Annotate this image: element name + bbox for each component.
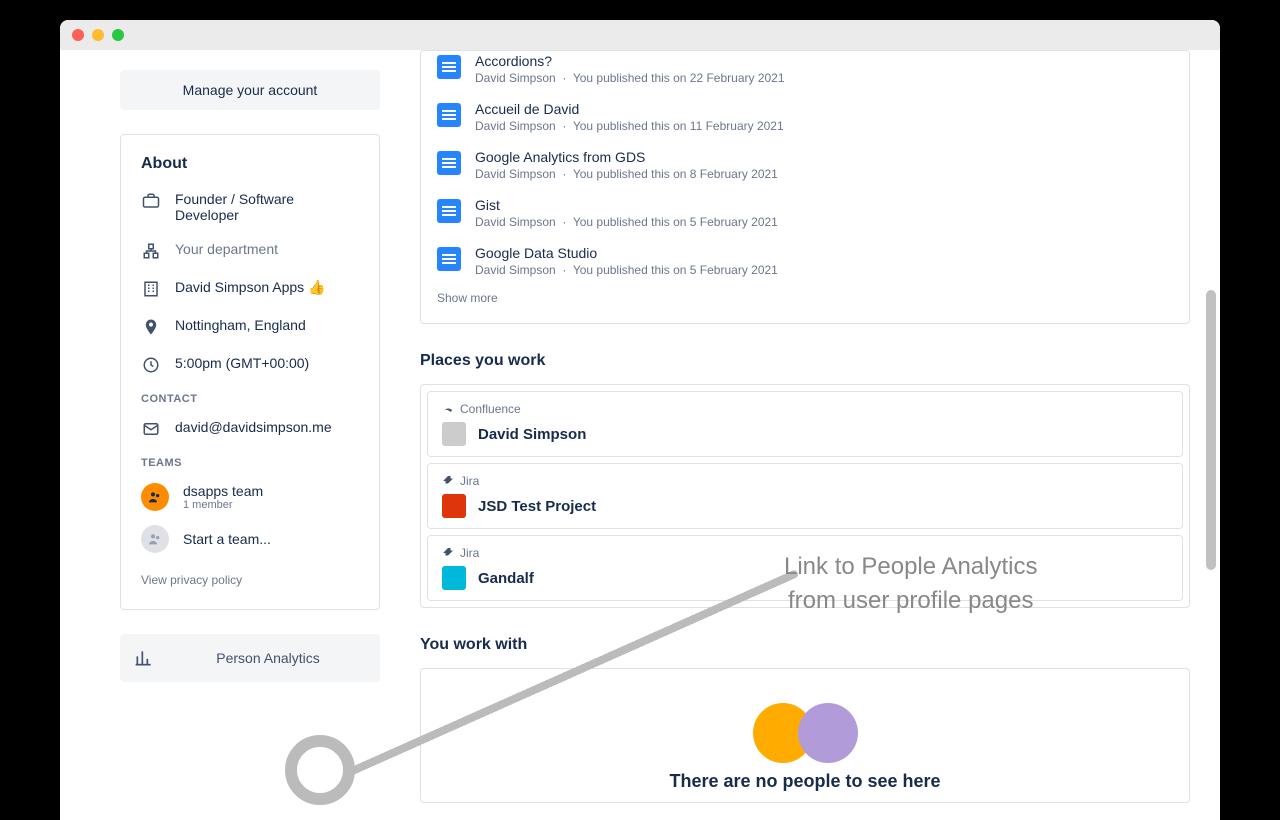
- document-icon: [437, 247, 461, 271]
- about-time-row: 5:00pm (GMT+00:00): [141, 355, 359, 375]
- about-heading: About: [141, 155, 359, 173]
- document-title: Google Analytics from GDS: [475, 149, 778, 165]
- document-title: Google Data Studio: [475, 245, 778, 261]
- about-role-row: Founder / Software Developer: [141, 191, 359, 223]
- location-icon: [141, 317, 161, 337]
- person-analytics-button[interactable]: Person Analytics: [120, 634, 380, 682]
- document-meta: David Simpson · You published this on 5 …: [475, 263, 778, 277]
- show-more-link[interactable]: Show more: [437, 291, 498, 305]
- about-company-row: David Simpson Apps 👍: [141, 279, 359, 299]
- document-item[interactable]: Accueil de David David Simpson · You pub…: [437, 93, 1173, 141]
- analytics-icon: [134, 648, 154, 668]
- close-window-button[interactable]: [72, 29, 84, 41]
- place-name: JSD Test Project: [442, 494, 1168, 518]
- briefcase-icon: [141, 191, 161, 211]
- places-heading: Places you work: [420, 352, 1190, 370]
- browser-window: Manage your account About Founder / Soft…: [60, 20, 1220, 820]
- teams-label: TEAMS: [141, 457, 359, 469]
- document-meta: David Simpson · You published this on 22…: [475, 71, 785, 85]
- maximize-window-button[interactable]: [112, 29, 124, 41]
- recent-documents-card: Accordions? David Simpson · You publishe…: [420, 50, 1190, 324]
- place-item[interactable]: Confluence David Simpson: [427, 391, 1183, 457]
- scrollbar-thumb[interactable]: [1206, 290, 1216, 570]
- manage-account-button[interactable]: Manage your account: [120, 70, 380, 110]
- about-location: Nottingham, England: [175, 317, 306, 333]
- place-avatar-icon: [442, 566, 466, 590]
- document-title: Gist: [475, 197, 778, 213]
- scrollbar-track[interactable]: [1204, 50, 1218, 820]
- start-team-label: Start a team...: [183, 531, 271, 547]
- place-app-label: Jira: [442, 546, 1168, 560]
- place-app-label: Jira: [442, 474, 1168, 488]
- place-avatar-icon: [442, 494, 466, 518]
- minimize-window-button[interactable]: [92, 29, 104, 41]
- empty-people-message: There are no people to see here: [669, 771, 940, 792]
- about-email-row[interactable]: david@davidsimpson.me: [141, 419, 359, 439]
- document-meta: David Simpson · You published this on 8 …: [475, 167, 778, 181]
- window-titlebar: [60, 20, 1220, 50]
- team-name: dsapps team: [183, 483, 263, 499]
- content-area: Manage your account About Founder / Soft…: [60, 50, 1220, 820]
- about-time: 5:00pm (GMT+00:00): [175, 355, 309, 371]
- privacy-link[interactable]: View privacy policy: [141, 573, 242, 587]
- about-department-row[interactable]: Your department: [141, 241, 359, 261]
- document-icon: [437, 199, 461, 223]
- work-with-card: There are no people to see here: [420, 668, 1190, 803]
- document-title: Accueil de David: [475, 101, 784, 117]
- document-icon: [437, 151, 461, 175]
- place-app-label: Confluence: [442, 402, 1168, 416]
- start-team-button[interactable]: Start a team...: [141, 525, 359, 553]
- contact-label: CONTACT: [141, 393, 359, 405]
- document-title: Accordions?: [475, 53, 785, 69]
- mail-icon: [141, 419, 161, 439]
- team-avatar-placeholder-icon: [141, 525, 169, 553]
- document-item[interactable]: Google Data Studio David Simpson · You p…: [437, 237, 1173, 285]
- about-role: Founder / Software Developer: [175, 191, 359, 223]
- team-item[interactable]: dsapps team 1 member: [141, 483, 359, 511]
- main-content: Accordions? David Simpson · You publishe…: [420, 50, 1220, 820]
- about-company: David Simpson Apps 👍: [175, 279, 326, 296]
- document-item[interactable]: Gist David Simpson · You published this …: [437, 189, 1173, 237]
- profile-sidebar: Manage your account About Founder / Soft…: [60, 50, 420, 820]
- document-icon: [437, 55, 461, 79]
- document-icon: [437, 103, 461, 127]
- document-item[interactable]: Google Analytics from GDS David Simpson …: [437, 141, 1173, 189]
- building-icon: [141, 279, 161, 299]
- place-item[interactable]: Jira JSD Test Project: [427, 463, 1183, 529]
- team-member-count: 1 member: [183, 499, 263, 511]
- place-item[interactable]: Jira Gandalf: [427, 535, 1183, 601]
- places-card: Confluence David Simpson Jira JSD Test P…: [420, 384, 1190, 608]
- about-email: david@davidsimpson.me: [175, 419, 332, 435]
- clock-icon: [141, 355, 161, 375]
- person-analytics-label: Person Analytics: [170, 650, 366, 666]
- document-meta: David Simpson · You published this on 11…: [475, 119, 784, 133]
- team-avatar-icon: [141, 483, 169, 511]
- document-meta: David Simpson · You published this on 5 …: [475, 215, 778, 229]
- about-department: Your department: [175, 241, 278, 257]
- org-icon: [141, 241, 161, 261]
- work-with-heading: You work with: [420, 636, 1190, 654]
- about-location-row: Nottingham, England: [141, 317, 359, 337]
- place-name: David Simpson: [442, 422, 1168, 446]
- place-avatar-icon: [442, 422, 466, 446]
- place-name: Gandalf: [442, 566, 1168, 590]
- people-illustration-icon: [753, 703, 858, 753]
- document-item[interactable]: Accordions? David Simpson · You publishe…: [437, 50, 1173, 93]
- about-card: About Founder / Software Developer Your …: [120, 134, 380, 610]
